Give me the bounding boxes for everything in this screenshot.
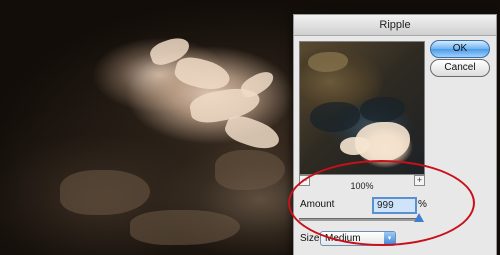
amount-label: Amount xyxy=(300,199,335,210)
ripple-shadow xyxy=(60,170,150,215)
dialog-title: Ripple xyxy=(294,15,496,36)
amount-unit: % xyxy=(418,199,427,210)
filter-preview[interactable] xyxy=(299,41,425,175)
zoom-level: 100% xyxy=(350,181,374,191)
size-selected-value: Medium xyxy=(325,233,361,244)
amount-slider-track[interactable] xyxy=(299,218,419,221)
size-label: Size xyxy=(300,233,320,244)
ripple-highlight xyxy=(172,53,233,95)
size-select[interactable]: Medium ▾ xyxy=(320,231,396,246)
ok-button[interactable]: OK xyxy=(430,40,490,58)
ripple-dialog: Ripple − + 100% OK Cancel Amount 999 % S… xyxy=(293,14,497,255)
preview-shadow xyxy=(360,97,405,122)
preview-highlight xyxy=(308,52,348,72)
amount-slider-thumb[interactable] xyxy=(414,213,424,222)
ripple-settings: Amount 999 % Size Medium ▾ xyxy=(294,195,496,255)
ripple-shadow xyxy=(215,150,285,190)
cancel-button[interactable]: Cancel xyxy=(430,59,490,77)
ripple-shadow xyxy=(130,210,240,245)
amount-input[interactable]: 999 xyxy=(372,197,417,214)
preview-shadow xyxy=(310,102,360,132)
zoom-controls: − + 100% xyxy=(299,174,425,191)
ripple-highlight xyxy=(222,111,283,155)
chevron-down-icon: ▾ xyxy=(384,232,395,245)
